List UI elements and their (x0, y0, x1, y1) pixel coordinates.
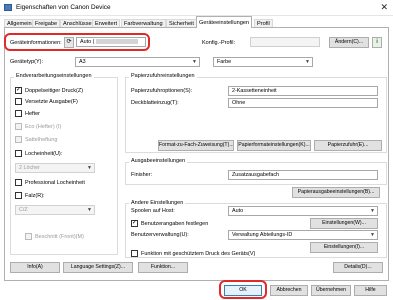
tab-geraeteeinstellungen[interactable]: Geräteeinstellungen (196, 16, 253, 28)
user-mgmt-label: Benutzerverwaltung(U): (131, 232, 189, 238)
duplex-checkbox[interactable]: ✓ (15, 87, 22, 94)
chevron-down-icon: ▼ (305, 59, 310, 65)
user-info-settings-button[interactable]: Einstellungen(W)... (310, 218, 378, 229)
cancel-button[interactable]: Abbrechen (270, 285, 308, 296)
user-info-checkbox[interactable]: ✓ (131, 220, 138, 227)
paper-options-label: Papierzufuhroptionen(S): (131, 88, 193, 94)
ok-highlight (219, 280, 267, 299)
saddle-checkbox (15, 136, 22, 143)
details-button[interactable]: Details(D)... (333, 262, 383, 273)
pro-punch-checkbox[interactable] (15, 179, 22, 186)
punch-label: Locheinheit(U): (25, 151, 63, 157)
secured-print-checkbox[interactable] (131, 250, 138, 257)
help-button[interactable]: Hilfe (354, 285, 387, 296)
paper-size-select[interactable]: A3 ▼ (75, 57, 200, 67)
stapler-label: Hefter (25, 111, 40, 117)
inserter-field[interactable]: Ohne (228, 98, 378, 108)
chevron-down-icon: ▼ (370, 208, 375, 214)
duplex-label: Doppelseitiger Druck(Z) (25, 88, 84, 94)
color-select[interactable]: Farbe ▼ (213, 57, 313, 67)
config-profile-field (250, 37, 320, 47)
offset-label: Versetzte Ausgabe(F) (25, 99, 78, 105)
saddle-label: Sattelheftung (25, 137, 58, 143)
info-button[interactable]: Info(A) (10, 262, 60, 273)
chevron-down-icon: ▼ (370, 232, 375, 238)
window-title: Eigenschaften von Canon Device (16, 4, 111, 11)
device-type-label: Gerätetyp(Y): (10, 59, 44, 65)
finisher-field[interactable]: Zusatzausgabefach (228, 170, 378, 180)
user-mgmt-select[interactable]: Verwaltung Abteilungs-ID ▼ (228, 230, 378, 240)
paper-options-field[interactable]: 2-Kassetteneinheit (228, 86, 378, 96)
user-info-label: Benutzerangaben festlegen (141, 221, 209, 227)
chevron-down-icon: ▼ (192, 59, 197, 65)
fold-select: C/Z ▼ (15, 205, 95, 215)
fold-checkbox[interactable] (15, 192, 22, 199)
offset-checkbox[interactable] (15, 98, 22, 105)
output-title: Ausgabeeinstellungen (129, 158, 188, 164)
spool-label: Spoolen auf Host: (131, 208, 175, 214)
stapler-checkbox[interactable] (15, 110, 22, 117)
paper-source-button[interactable]: Papierzufuhr(E)... (314, 140, 382, 151)
config-profile-label: Konfig.-Profil: (202, 40, 236, 46)
change-button[interactable]: Ändern(C)... (329, 37, 369, 48)
secured-print-label: Funktion mit geschütztem Druck des Gerät… (141, 251, 256, 257)
punch-checkbox[interactable] (15, 150, 22, 157)
eco-label: Eco (Hefter) (I) (25, 124, 62, 130)
language-settings-button[interactable]: Language Settings(Z)... (63, 262, 133, 273)
info-icon[interactable]: i (372, 37, 382, 48)
fold-label: Falz(R): (25, 193, 45, 199)
finishing-title: Endverarbeitungseinstellungen (14, 73, 94, 79)
finisher-label: Finisher: (131, 172, 153, 178)
printer-icon (4, 4, 12, 11)
user-mgmt-settings-button[interactable]: Einstellungen(I)... (310, 242, 378, 253)
output-settings-button[interactable]: Papierausgabeeinstellungen(B)... (292, 187, 380, 198)
inserter-label: Deckblatteinzug(T): (131, 100, 179, 106)
chevron-down-icon: ▼ (87, 165, 92, 171)
function-button[interactable]: Funktion... (138, 262, 188, 273)
spool-select[interactable]: Auto ▼ (228, 206, 378, 216)
title-bar: Eigenschaften von Canon Device ✕ (0, 0, 393, 16)
paper-format-settings-button[interactable]: Papierformateinstellungen(K)... (237, 140, 311, 151)
eco-checkbox (15, 123, 22, 130)
trim-label: Beschnitt (Front)(M) (35, 234, 84, 240)
apply-button[interactable]: Übernehmen (311, 285, 351, 296)
other-settings-title: Andere Einstellungen (129, 200, 186, 206)
punch-select: 2 Löcher ▼ (15, 163, 95, 173)
format-assignment-button[interactable]: Format-zu-Fach-Zuweisung(T)... (158, 140, 234, 151)
trim-checkbox (25, 233, 32, 240)
pro-punch-label: Professional Locheinheit (25, 180, 85, 186)
close-icon[interactable]: ✕ (380, 2, 388, 12)
paper-source-title: Papierzufuhreinstellungen (129, 73, 197, 79)
device-info-highlight (4, 33, 150, 51)
chevron-down-icon: ▼ (87, 207, 92, 213)
